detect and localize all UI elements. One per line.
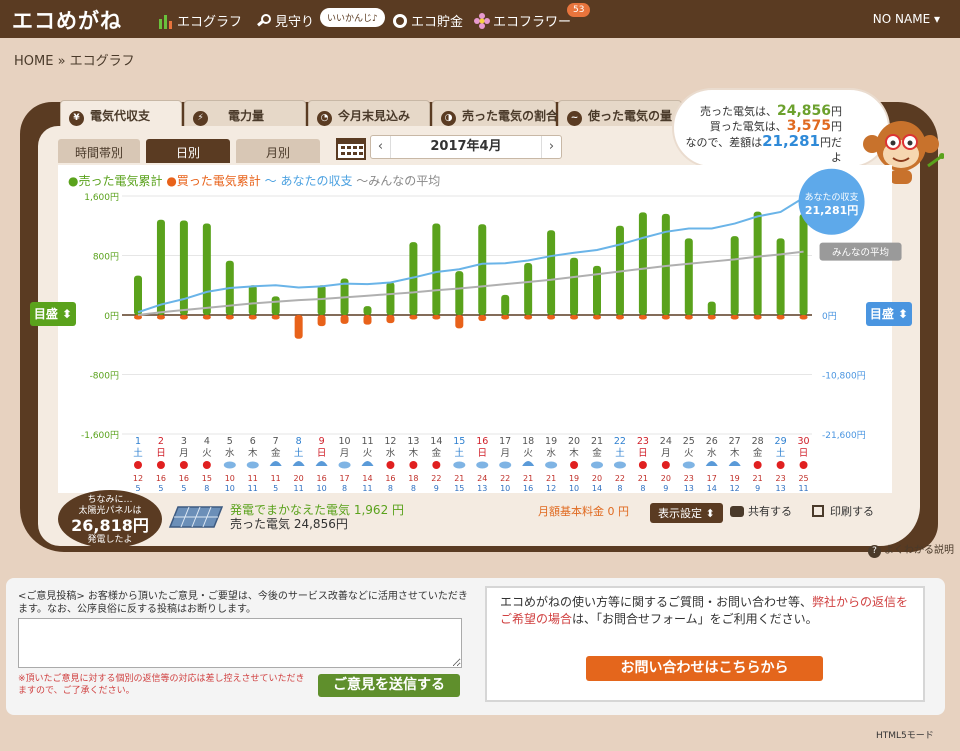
nav-label: エコ貯金 [411,15,464,30]
printer-icon [812,505,824,517]
nav-label: エコグラフ [177,15,243,30]
tab-electricity-balance[interactable]: ¥ 電気代収支 [60,100,182,128]
left-scale-button[interactable]: 目盛 ⬍ [30,302,76,326]
yen-unit: 円 [831,120,842,133]
breadcrumb[interactable]: HOME » エコグラフ [14,50,135,69]
trivia-line3: 発電したよ [87,535,133,545]
feedback-textarea[interactable] [18,618,462,668]
watch-icon [257,14,271,27]
display-settings-button[interactable]: 表示設定 ⬍ [650,503,723,523]
prev-month-button[interactable]: ‹ [371,136,391,158]
trivia-line1: ちなみに… [87,495,133,505]
help-link[interactable]: ? よくわかる説明 [868,541,954,558]
covered-value: 1,962 円 [353,503,405,517]
print-button[interactable]: 印刷する [812,503,874,519]
top-bar: エコめがね エコグラフ 見守り いいかんじ♪ エコ貯金 エコフラワー 53 NO… [0,0,960,38]
chart-legend: ●売った電気累計 ●買った電気累計 〜 あなたの収支 〜みんなの平均 [68,172,440,189]
summary-bubble: 売った電気は、24,856円 買った電気は、3,575円 なので、差額は21,2… [672,88,890,168]
tab-label: 売った電気の割合 [462,109,559,123]
diff-total: 21,281 [762,132,820,150]
tab-power-amount[interactable]: ⚡ 電力量 [184,100,306,128]
html5-mode-link[interactable]: HTML5モード [876,728,934,741]
help-label: よくわかる説明 [884,545,954,556]
feedback-note: ※頂いたご意見に対する個別の返信等の対応は差し控えさせていただきますので、ご了承… [18,674,305,696]
sold-label: 売った電気 [230,517,291,531]
yen-unit: 円 [831,105,842,118]
diff-suffix: 円だよ [820,136,842,164]
tab-used-amount[interactable]: ~ 使った電気の量 [558,100,682,128]
logo[interactable]: エコめがね [12,5,122,35]
next-month-button[interactable]: › [541,136,561,158]
user-menu[interactable]: NO NAME ▾ [873,12,940,26]
subtab-time-of-day[interactable]: 時間帯別 [58,139,140,163]
sold-total: 24,856 [776,103,831,119]
question-icon: ? [868,545,881,558]
chat-icon [730,506,744,517]
feedback-description: <ご意見投稿> お客様から頂いたご意見・ご要望は、今後のサービス改善などに活用さ… [18,591,468,615]
wave-icon: ~ [567,111,582,126]
contact-button[interactable]: お問い合わせはこちらから [586,656,823,681]
subtab-monthly[interactable]: 月別 [236,139,320,163]
nav-eco-savings[interactable]: エコ貯金 [392,11,463,30]
lightning-icon: ⚡ [193,111,208,126]
send-feedback-button[interactable]: ご意見を送信する [318,674,460,697]
nav-label: エコフラワー [493,15,572,30]
right-scale-button[interactable]: 目盛 ⬍ [866,302,912,326]
chart-container [58,165,892,493]
tab-label: 今月末見込み [338,109,411,123]
calendar-icon[interactable] [336,136,366,160]
coin-icon [393,14,407,28]
month-selector: ‹ 2017年4月 › [370,135,562,159]
basic-fee: 月額基本料金 0 円 [538,505,629,518]
sold-value: 24,856円 [293,517,348,531]
legend-bought: ●買った電気累計 [166,174,261,188]
legend-average: 〜みんなの平均 [356,174,441,188]
share-button[interactable]: 共有する [730,503,792,519]
nav-label: 見守り [275,15,315,30]
solar-trivia-bubble: ちなみに… 太陽光パネルは 26,818円 発電したよ [58,490,162,548]
nav-watch[interactable]: 見守り [256,11,314,30]
tab-sold-ratio[interactable]: ◑ 売った電気の割合 [432,100,559,128]
diff-prefix: なので、差額は [685,136,763,149]
solar-panel-icon [168,506,224,528]
tab-label: 使った電気の量 [588,109,673,123]
contact-text-2: は、「お問合せフォーム」をご利用ください。 [572,612,818,626]
nav-eco-flower[interactable]: エコフラワー [474,11,571,30]
tab-month-end-forecast[interactable]: ◔ 今月末見込み [308,100,430,128]
notification-badge: 53 [567,3,591,17]
legend-income: 〜 あなたの収支 [264,174,353,188]
nav-eco-graph[interactable]: エコグラフ [158,11,242,30]
status-bubble: いいかんじ♪ [320,8,385,27]
half-pie-icon: ◑ [441,111,456,126]
sold-prefix: 売った電気は、 [699,105,777,118]
tab-label: 電気代収支 [90,109,151,123]
subtab-daily[interactable]: 日別 [146,139,230,163]
contact-text-1: エコめがねの使い方等に関するご質問・お問い合わせ等、 [500,595,813,609]
share-label: 共有する [748,505,792,518]
sold-electricity: 売った電気 24,856円 [230,515,348,532]
print-label: 印刷する [830,505,874,518]
tab-label: 電力量 [228,109,265,123]
flower-icon [474,13,490,29]
contact-description: エコめがねの使い方等に関するご質問・お問い合わせ等、弊社からの返信をご希望の場合… [500,594,910,628]
yen-icon: ¥ [69,111,84,126]
pie-icon: ◔ [317,111,332,126]
month-label: 2017年4月 [430,139,502,154]
legend-sold: ●売った電気累計 [68,174,163,188]
trivia-value: 26,818円 [71,516,149,535]
graph-icon [159,15,172,29]
